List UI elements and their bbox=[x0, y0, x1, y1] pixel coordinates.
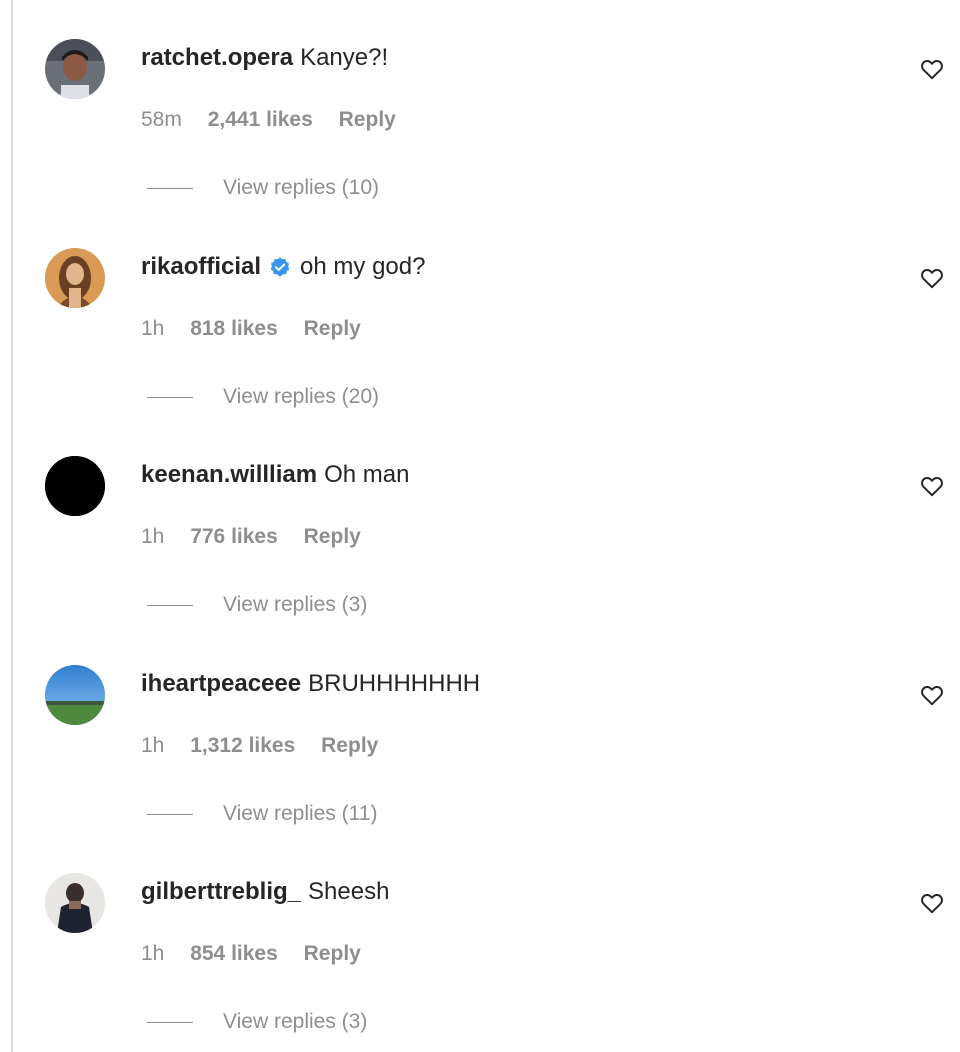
avatar[interactable] bbox=[45, 39, 105, 99]
view-replies-label: View replies (20) bbox=[223, 385, 380, 408]
username-link[interactable]: rikaofficial bbox=[141, 251, 261, 283]
likes-count[interactable]: 1,312 likes bbox=[190, 732, 295, 760]
view-replies-label: View replies (10) bbox=[223, 176, 380, 199]
view-replies-button[interactable]: View replies (10) bbox=[147, 174, 379, 202]
replies-divider-line bbox=[147, 396, 193, 398]
comment-body: Sheesh bbox=[308, 878, 390, 905]
comment-time[interactable]: 58m bbox=[141, 106, 182, 134]
comment-meta: 58m 2,441 likes Reply bbox=[141, 106, 396, 134]
view-replies-label: View replies (11) bbox=[223, 802, 378, 825]
reply-button[interactable]: Reply bbox=[304, 940, 361, 968]
comment-body: Kanye?! bbox=[300, 44, 389, 71]
comment-item: iheartpeaceee BRUHHHHHHH 1h 1,312 likes … bbox=[0, 626, 960, 836]
heart-outline-icon[interactable] bbox=[919, 682, 945, 708]
comment-text-line: keenan.willliam Oh man bbox=[141, 459, 409, 491]
comment-text-line: ratchet.opera Kanye?! bbox=[141, 42, 388, 74]
black-avatar-icon bbox=[45, 456, 105, 516]
likes-count[interactable]: 776 likes bbox=[190, 523, 278, 551]
comments-panel: ratchet.opera Kanye?! 58m 2,441 likes Re… bbox=[0, 0, 960, 1052]
avatar[interactable] bbox=[45, 248, 105, 308]
heart-outline-icon[interactable] bbox=[919, 56, 945, 82]
likes-count[interactable]: 854 likes bbox=[190, 940, 278, 968]
comment-body: BRUHHHHHHH bbox=[308, 670, 481, 697]
comment-time[interactable]: 1h bbox=[141, 940, 164, 968]
view-replies-label: View replies (3) bbox=[223, 593, 368, 616]
verified-badge-icon bbox=[269, 256, 291, 278]
comment-item: rikaofficial oh my god? 1h 818 likes Rep… bbox=[0, 209, 960, 419]
person-photo-icon bbox=[45, 39, 105, 99]
comment-item: gilberttreblig_ Sheesh 1h 854 likes Repl… bbox=[0, 834, 960, 1044]
reply-button[interactable]: Reply bbox=[321, 732, 378, 760]
likes-count[interactable]: 2,441 likes bbox=[208, 106, 313, 134]
avatar[interactable] bbox=[45, 665, 105, 725]
view-replies-button[interactable]: View replies (3) bbox=[147, 1008, 367, 1036]
comment-body: oh my god? bbox=[300, 253, 426, 280]
replies-divider-line bbox=[147, 604, 193, 606]
heart-outline-icon[interactable] bbox=[919, 265, 945, 291]
comment-body: Oh man bbox=[324, 461, 410, 488]
person-photo-icon bbox=[45, 873, 105, 933]
avatar[interactable] bbox=[45, 873, 105, 933]
reply-button[interactable]: Reply bbox=[304, 315, 361, 343]
avatar[interactable] bbox=[45, 456, 105, 516]
comment-text-line: iheartpeaceee BRUHHHHHHH bbox=[141, 668, 480, 700]
likes-count[interactable]: 818 likes bbox=[190, 315, 278, 343]
view-replies-label: View replies (3) bbox=[223, 1010, 368, 1033]
heart-outline-icon[interactable] bbox=[919, 890, 945, 916]
replies-divider-line bbox=[147, 813, 193, 815]
view-replies-button[interactable]: View replies (11) bbox=[147, 800, 377, 828]
comment-item: ratchet.opera Kanye?! 58m 2,441 likes Re… bbox=[0, 0, 960, 210]
comment-time[interactable]: 1h bbox=[141, 523, 164, 551]
comment-meta: 1h 854 likes Reply bbox=[141, 940, 361, 968]
comment-time[interactable]: 1h bbox=[141, 732, 164, 760]
comment-time[interactable]: 1h bbox=[141, 315, 164, 343]
person-photo-icon bbox=[45, 248, 105, 308]
username-link[interactable]: iheartpeaceee bbox=[141, 668, 301, 700]
username-link[interactable]: keenan.willliam bbox=[141, 459, 317, 491]
reply-button[interactable]: Reply bbox=[339, 106, 396, 134]
comment-item: keenan.willliam Oh man 1h 776 likes Repl… bbox=[0, 417, 960, 627]
comment-meta: 1h 776 likes Reply bbox=[141, 523, 361, 551]
view-replies-button[interactable]: View replies (3) bbox=[147, 591, 367, 619]
replies-divider-line bbox=[147, 187, 193, 189]
username-link[interactable]: gilberttreblig_ bbox=[141, 876, 301, 908]
heart-outline-icon[interactable] bbox=[919, 473, 945, 499]
comment-meta: 1h 818 likes Reply bbox=[141, 315, 361, 343]
replies-divider-line bbox=[147, 1021, 193, 1023]
landscape-photo-icon bbox=[45, 665, 105, 725]
username-link[interactable]: ratchet.opera bbox=[141, 42, 293, 74]
comment-text-line: rikaofficial oh my god? bbox=[141, 251, 425, 283]
view-replies-button[interactable]: View replies (20) bbox=[147, 383, 379, 411]
comment-meta: 1h 1,312 likes Reply bbox=[141, 732, 378, 760]
comment-text-line: gilberttreblig_ Sheesh bbox=[141, 876, 389, 908]
reply-button[interactable]: Reply bbox=[304, 523, 361, 551]
